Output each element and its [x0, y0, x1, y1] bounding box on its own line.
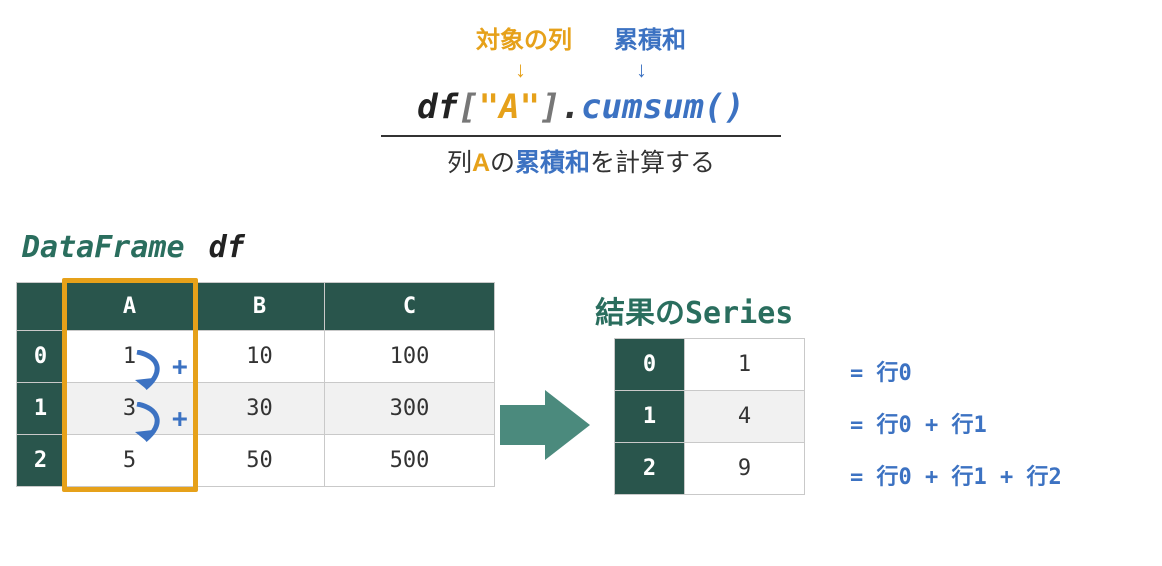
result-title: 結果のSeries — [595, 288, 793, 332]
row-index: 2 — [17, 435, 65, 487]
label-target-column: 対象の列 — [476, 20, 572, 55]
table-row: 1 4 — [615, 391, 805, 443]
code-expression: df["A"].cumsum() — [20, 87, 1142, 127]
formula-row2: = 行0 + 行1 + 行2 — [850, 449, 1062, 501]
formula-explanations: = 行0 = 行0 + 行1 = 行0 + 行1 + 行2 — [850, 345, 1062, 501]
row-index: 0 — [615, 339, 685, 391]
dataframe-var: df — [209, 230, 245, 265]
cell: 10 — [195, 331, 325, 383]
dataframe-class: DataFrame — [22, 230, 185, 265]
cell: 4 — [685, 391, 805, 443]
code-bracket-close: ] — [540, 87, 560, 127]
cell: 100 — [325, 331, 495, 383]
caption-text: 列 — [447, 149, 472, 177]
row-index: 0 — [17, 331, 65, 383]
code-bracket-open: [ — [458, 87, 478, 127]
caption-text: を計算する — [590, 149, 715, 177]
label-cumsum: 累積和 — [614, 20, 686, 55]
source-dataframe-table: A B C 0 1 10 100 1 3 30 300 2 5 50 500 — [16, 282, 495, 487]
table-row: 0 1 — [615, 339, 805, 391]
code-fn: cumsum — [581, 87, 704, 127]
big-right-arrow-icon — [500, 390, 590, 460]
table-corner — [17, 283, 65, 331]
code-df: df — [417, 87, 458, 127]
table-row: 0 1 10 100 — [17, 331, 495, 383]
curved-arrow-icon — [125, 402, 169, 448]
plus-icon: + — [172, 404, 188, 434]
down-arrow-icon: ↓ — [636, 57, 647, 83]
result-series-table: 0 1 1 4 2 9 — [614, 338, 805, 495]
table-header-row: A B C — [17, 283, 495, 331]
caption-col: A — [472, 149, 490, 177]
code-quote: " — [479, 87, 499, 127]
code-caption: 列Aの累積和を計算する — [20, 143, 1142, 179]
formula-row1: = 行0 + 行1 — [850, 397, 1062, 449]
table-row: 1 3 30 300 — [17, 383, 495, 435]
table-row: 2 5 50 500 — [17, 435, 495, 487]
code-dot: . — [561, 87, 581, 127]
down-arrow-icon: ↓ — [515, 57, 526, 83]
dataframe-title: DataFrame df — [22, 230, 245, 265]
formula-row0: = 行0 — [850, 345, 1062, 397]
cell: 500 — [325, 435, 495, 487]
cell: 1 — [685, 339, 805, 391]
code-quote: " — [520, 87, 540, 127]
column-header-B: B — [195, 283, 325, 331]
plus-icon: + — [172, 352, 188, 382]
row-index: 2 — [615, 443, 685, 495]
column-header-C: C — [325, 283, 495, 331]
cell: 30 — [195, 383, 325, 435]
column-header-A: A — [65, 283, 195, 331]
top-labels-row: 対象の列 累積和 — [20, 20, 1142, 55]
cell: 50 — [195, 435, 325, 487]
row-index: 1 — [615, 391, 685, 443]
code-paren: () — [704, 87, 745, 127]
top-arrows-row: ↓ ↓ — [20, 55, 1142, 83]
caption-cumsum-text: 累積和 — [515, 149, 590, 177]
row-index: 1 — [17, 383, 65, 435]
horizontal-divider — [381, 135, 781, 137]
caption-text: の — [490, 149, 515, 177]
code-column: A — [499, 87, 519, 127]
cell: 300 — [325, 383, 495, 435]
curved-arrow-icon — [125, 350, 169, 396]
cell: 9 — [685, 443, 805, 495]
table-row: 2 9 — [615, 443, 805, 495]
